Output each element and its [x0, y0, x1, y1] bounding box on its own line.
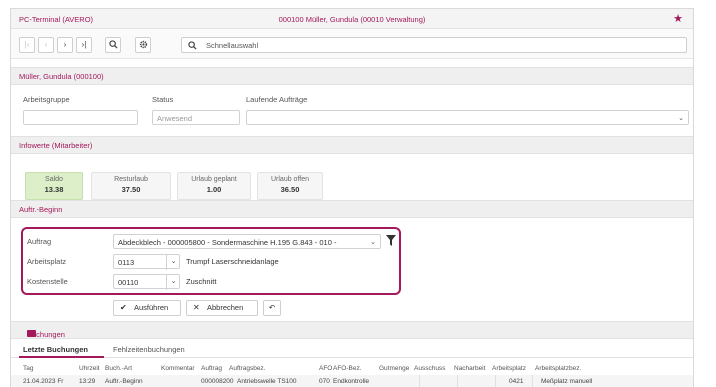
magnifier-icon: [108, 40, 118, 49]
column-header[interactable]: Buch.-Art: [105, 365, 132, 372]
table-cell: Auftr.-Beginn: [105, 378, 143, 385]
info-tile-urlaub-geplant: Urlaub geplant 1.00: [177, 172, 251, 200]
column-header[interactable]: Arbeitsplatz: [492, 365, 526, 372]
table-cell: 070: [319, 378, 330, 385]
info-tile-urlaub-offen: Urlaub offen 36.50: [257, 172, 323, 200]
column-header[interactable]: Gutmenge: [379, 365, 409, 372]
info-section-title: Infowerte (Mitarbeiter): [19, 141, 93, 150]
status-value: Anwesend: [157, 114, 193, 123]
status-field: Anwesend: [152, 110, 240, 125]
settings-button[interactable]: [135, 37, 151, 53]
table-cell: Meßplatz manuell: [541, 378, 593, 385]
tab-last-bookings[interactable]: Letzte Buchungen: [23, 345, 88, 354]
workplace-description: Trumpf Laserschneidanlage: [186, 257, 279, 266]
undo-icon: ↶: [268, 303, 276, 312]
close-icon: ✕: [193, 303, 200, 312]
info-tile-value: 1.00: [206, 185, 222, 194]
column-header[interactable]: Tag: [23, 365, 33, 372]
column-header[interactable]: AFO: [319, 365, 332, 372]
toolbar: |‹ ‹ › ›| Schnellauswahl: [11, 29, 693, 59]
cost-center-description: Zuschnitt: [186, 277, 217, 286]
employee-section-header: Müller, Gundula (000100): [11, 67, 693, 85]
previous-record-button[interactable]: ‹: [38, 37, 54, 53]
filter-icon[interactable]: [386, 235, 396, 246]
last-record-button[interactable]: ›|: [76, 37, 92, 53]
search-button[interactable]: [105, 37, 121, 53]
info-tile-value: 37.50: [121, 185, 141, 194]
cost-center-select[interactable]: 00110 ⌄: [113, 274, 180, 290]
status-label: Status: [152, 95, 174, 104]
info-tile-value: 36.50: [280, 185, 300, 194]
next-record-button[interactable]: ›: [57, 37, 73, 53]
column-header[interactable]: Arbeitsplatzbez.: [535, 365, 581, 372]
table-cell: 000008200: [201, 378, 234, 385]
column-header[interactable]: Nacharbeit: [454, 365, 485, 372]
work-group-field[interactable]: [23, 110, 138, 125]
order-start-section-title: Auftr.-Beginn: [19, 205, 63, 214]
chevron-down-icon: ⌄: [678, 115, 684, 122]
work-group-label: Arbeitsgruppe: [23, 95, 70, 104]
workplace-code: 0113: [118, 258, 135, 267]
column-header[interactable]: Ausschuss: [414, 365, 445, 372]
active-tab-indicator: [19, 356, 104, 358]
info-tile-label: Urlaub geplant: [191, 176, 237, 183]
workplace-select[interactable]: 0113 ⌄: [113, 254, 180, 270]
cost-center-code: 00110: [118, 278, 139, 287]
cancel-button[interactable]: ✕ Abbrechen: [186, 300, 258, 316]
info-tile-label: Urlaub offen: [270, 176, 309, 183]
employee-header-title: 000100 Müller, Gundula (00010 Verwaltung…: [278, 15, 426, 24]
column-divider: [419, 375, 420, 387]
chevron-down-icon: ⌄: [166, 255, 180, 270]
undo-button[interactable]: ↶: [263, 300, 281, 316]
column-header[interactable]: Kommentar: [161, 365, 195, 372]
info-tile-saldo: Saldo 13.38: [25, 172, 83, 200]
column-divider: [532, 375, 533, 387]
grid-icon[interactable]: [27, 330, 36, 337]
table-cell: 21.04.2023 Fr: [23, 378, 64, 385]
info-tile-value: 13.38: [44, 185, 64, 194]
chevron-down-icon: ⌄: [370, 239, 376, 246]
running-orders-label: Laufende Aufträge: [246, 95, 308, 104]
column-header[interactable]: AFO-Bez.: [333, 365, 362, 372]
order-start-section-header: Auftr.-Beginn: [11, 200, 693, 218]
info-tile-resturlaub: Resturlaub 37.50: [91, 172, 171, 200]
table-cell: Endkontrolle: [333, 378, 370, 385]
order-select[interactable]: Abdeckblech - 000005800 - Sondermaschine…: [113, 234, 381, 249]
table-cell: 13:29: [79, 378, 96, 385]
column-header[interactable]: Auftrag: [201, 365, 222, 372]
app-window: PC-Terminal (AVERO) 000100 Müller, Gundu…: [10, 8, 694, 387]
search-icon: [188, 41, 197, 50]
bookings-section-header: Buchungen: [11, 321, 693, 339]
info-section-header: Infowerte (Mitarbeiter): [11, 136, 693, 154]
favorite-star-icon[interactable]: ★: [673, 12, 683, 25]
title-bar: PC-Terminal (AVERO) 000100 Müller, Gundu…: [11, 9, 693, 29]
table-cell: 0421: [509, 378, 524, 385]
first-record-button[interactable]: |‹: [19, 37, 35, 53]
order-label: Auftrag: [27, 237, 52, 246]
column-divider: [457, 375, 458, 387]
execute-label: Ausführen: [134, 303, 169, 312]
info-tile-label: Saldo: [45, 176, 63, 183]
execute-button[interactable]: ✔ Ausführen: [113, 300, 181, 316]
info-tile-label: Resturlaub: [114, 176, 148, 183]
column-header[interactable]: Auftragsbez.: [229, 365, 266, 372]
quick-select-input[interactable]: Schnellauswahl: [181, 37, 687, 53]
chevron-down-icon: ⌄: [166, 275, 180, 290]
running-orders-select[interactable]: ⌄: [246, 110, 689, 125]
cost-center-label: Kostenstelle: [27, 277, 68, 286]
order-value: Abdeckblech - 000005800 - Sondermaschine…: [118, 238, 337, 247]
cancel-label: Abbrechen: [207, 303, 244, 312]
bookings-tabs: Letzte Buchungen Fehlzeitenbuchungen: [11, 342, 693, 358]
tab-absence-bookings[interactable]: Fehlzeitenbuchungen: [113, 345, 185, 354]
table-cell: Antriebswelle TS100: [237, 378, 297, 385]
column-header[interactable]: Uhrzeit: [79, 365, 100, 372]
column-divider: [495, 375, 496, 387]
workplace-label: Arbeitsplatz: [27, 257, 67, 266]
checkmark-icon: ✔: [120, 303, 127, 312]
employee-section-title: Müller, Gundula (000100): [19, 72, 104, 81]
quick-select-placeholder: Schnellauswahl: [206, 41, 259, 50]
gear-icon: [139, 40, 147, 49]
